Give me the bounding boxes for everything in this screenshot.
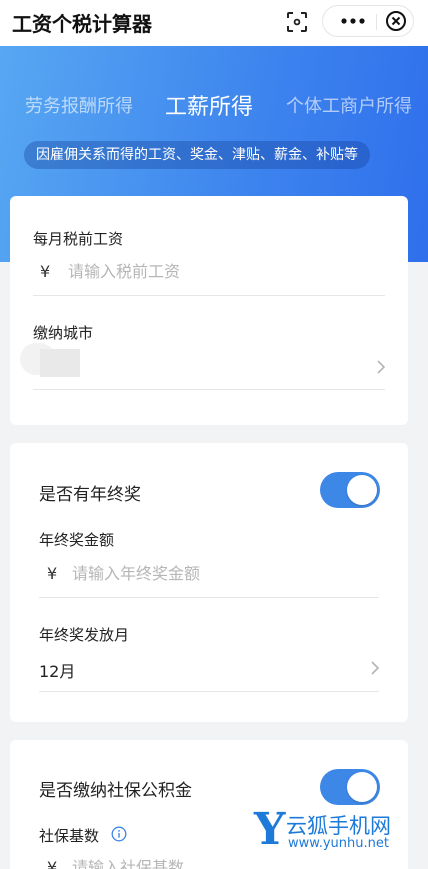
- watermark-letter: Y: [254, 804, 286, 855]
- bonus-month-label: 年终奖发放月: [39, 626, 130, 644]
- divider: [33, 389, 385, 390]
- chevron-right-icon[interactable]: [374, 358, 388, 376]
- chevron-right-icon[interactable]: [368, 659, 382, 677]
- currency-symbol: ¥: [40, 262, 51, 281]
- divider: [39, 691, 379, 692]
- toggle-knob: [347, 772, 377, 802]
- capsule-divider: [376, 14, 377, 30]
- income-type-tabs: 劳务报酬所得 工薪所得 个体工商户所得: [0, 92, 428, 132]
- salary-label: 每月税前工资: [33, 230, 124, 248]
- bonus-month-value[interactable]: 12月: [39, 658, 75, 682]
- tab-salary-income[interactable]: 工薪所得: [165, 89, 253, 121]
- insurance-toggle[interactable]: [320, 769, 380, 805]
- page-title: 工资个税计算器: [12, 12, 152, 36]
- divider: [39, 597, 379, 598]
- currency-symbol: ¥: [47, 564, 58, 583]
- toggle-knob: [347, 475, 377, 505]
- scan-icon[interactable]: [278, 6, 316, 38]
- tab-individual-business[interactable]: 个体工商户所得: [286, 92, 412, 118]
- insurance-toggle-label: 是否缴纳社保公积金: [39, 781, 192, 801]
- salary-input[interactable]: [68, 258, 368, 284]
- divider: [33, 295, 385, 296]
- city-label: 缴纳城市: [33, 324, 94, 342]
- salary-card: 每月税前工资 ¥ 缴纳城市: [10, 196, 408, 425]
- info-icon[interactable]: [111, 826, 127, 842]
- bonus-amount-input[interactable]: [72, 560, 372, 586]
- tab-description: 因雇佣关系而得的工资、奖金、津贴、薪金、补贴等: [24, 141, 370, 169]
- insurance-base-label: 社保基数: [39, 827, 100, 845]
- city-value-blur: [40, 349, 80, 377]
- watermark-logo: Y 云狐手机网 www.yunhu.net: [254, 806, 428, 862]
- close-icon[interactable]: [381, 6, 411, 36]
- nav-bar: 工资个税计算器: [0, 0, 428, 46]
- tab-labor-remuneration[interactable]: 劳务报酬所得: [25, 92, 133, 118]
- bonus-toggle[interactable]: [320, 472, 380, 508]
- bonus-toggle-label: 是否有年终奖: [39, 485, 141, 505]
- bonus-card: 是否有年终奖 年终奖金额 ¥ 年终奖发放月 12月: [10, 443, 408, 722]
- more-icon[interactable]: [333, 6, 373, 36]
- menu-capsule: [322, 5, 414, 37]
- watermark-url: www.yunhu.net: [288, 836, 389, 851]
- currency-symbol: ¥: [47, 858, 58, 869]
- bonus-amount-label: 年终奖金额: [39, 531, 115, 549]
